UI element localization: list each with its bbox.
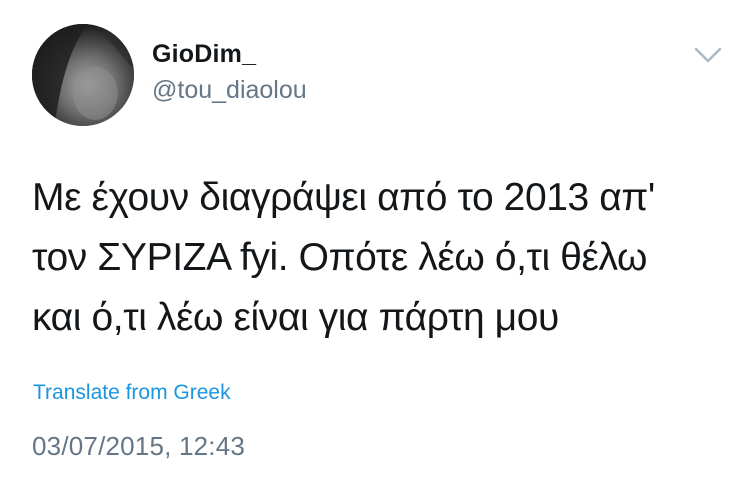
avatar[interactable] [32, 24, 134, 126]
tweet-card: GioDim_ @tou_diaolou Με έχουν διαγράψει … [0, 0, 750, 488]
tweet-text-line: Με έχουν διαγράψει από το 2013 απ' [32, 176, 655, 219]
tweet-text-line: τον ΣΥΡΙΖΑ fyi. Οπότε λέω ό,τι θέλω [32, 236, 648, 279]
timestamp[interactable]: 03/07/2015, 12:43 [32, 431, 245, 462]
display-name[interactable]: GioDim_ [152, 40, 256, 69]
profile-photo-icon [32, 24, 134, 126]
translate-link[interactable]: Translate from Greek [33, 381, 231, 405]
chevron-down-icon[interactable] [692, 44, 724, 66]
user-handle[interactable]: @tou_diaolou [152, 76, 307, 105]
tweet-text-line: και ό,τι λέω είναι για πάρτη μου [32, 296, 559, 339]
tweet-text: Με έχουν διαγράψει από το 2013 απ' τον Σ… [32, 168, 732, 348]
